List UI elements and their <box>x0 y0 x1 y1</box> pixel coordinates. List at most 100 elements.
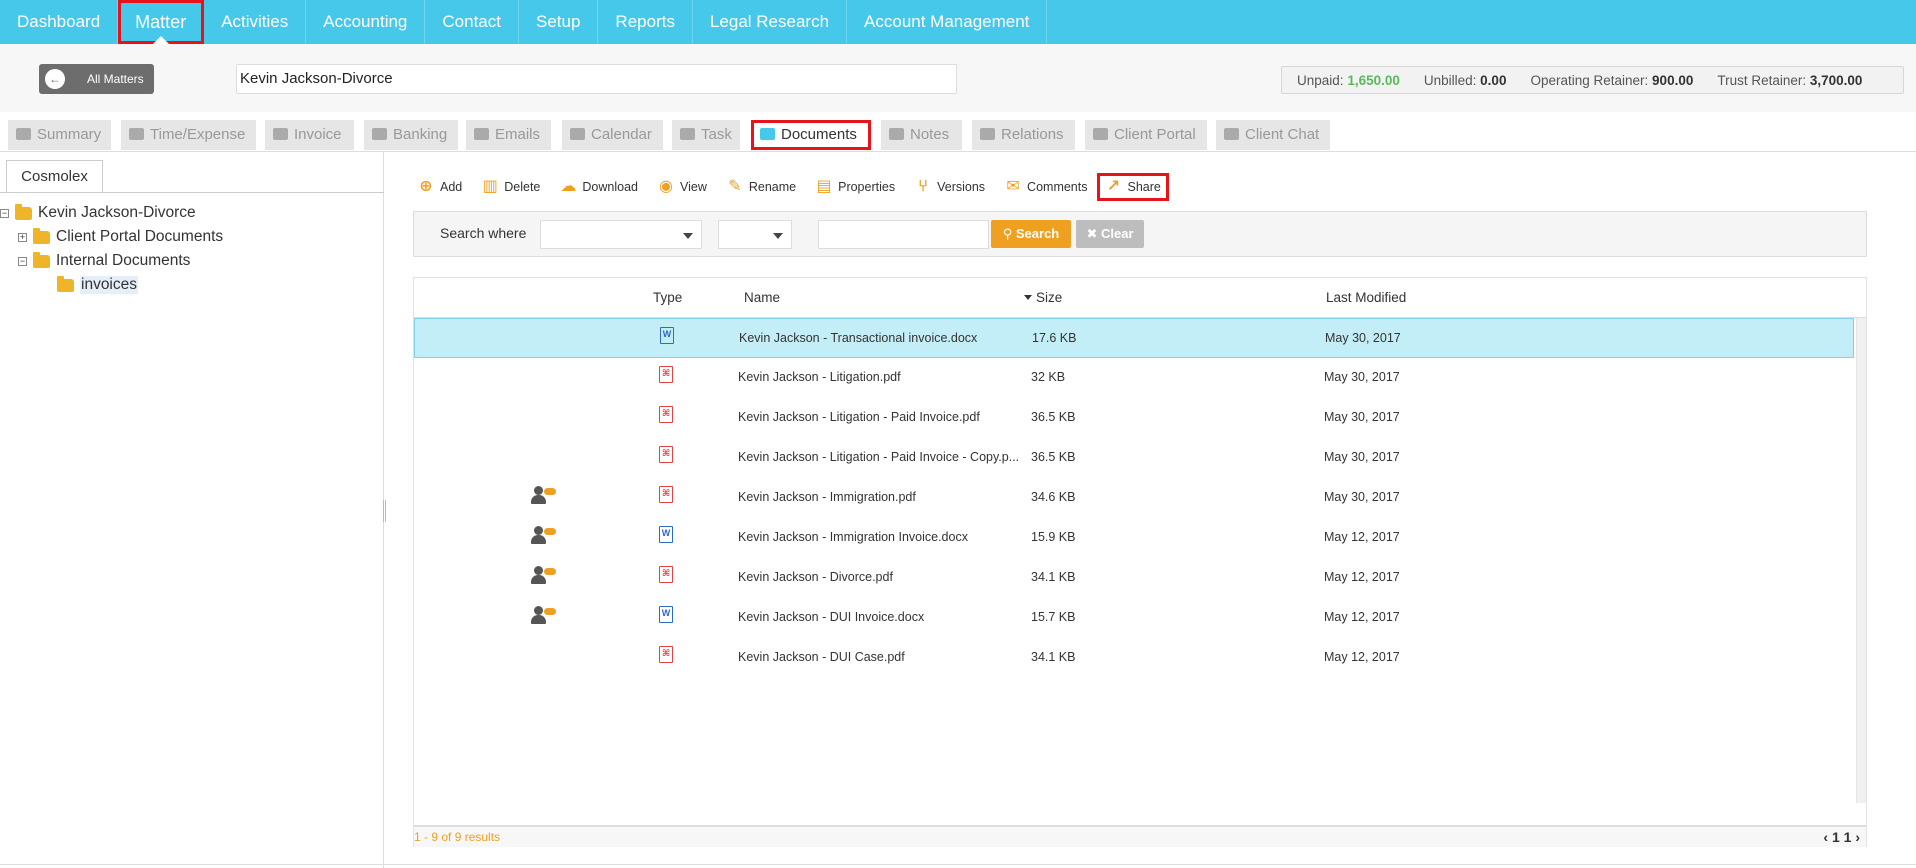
tree-tab-cosmolex[interactable]: Cosmolex <box>6 160 103 192</box>
collapse-icon[interactable]: − <box>0 208 9 218</box>
matter-name-field[interactable]: Kevin Jackson-Divorce <box>236 64 957 94</box>
folder-icon <box>760 128 775 140</box>
grid-scrollbar[interactable] <box>1856 318 1866 803</box>
pane-splitter-handle[interactable] <box>383 500 386 522</box>
all-matters-label: All Matters <box>87 72 144 86</box>
tree-node-invoices[interactable]: invoices <box>57 275 138 295</box>
client-portal-shared-icon <box>530 526 556 546</box>
clear-button[interactable]: ✖ Clear <box>1076 220 1144 248</box>
tab-task[interactable]: Task <box>672 120 740 150</box>
comments-button[interactable]: ✉ Comments <box>1005 179 1087 195</box>
collapse-icon[interactable]: − <box>18 256 27 266</box>
tab-notes[interactable]: Notes <box>881 120 962 150</box>
download-button[interactable]: ☁ Download <box>560 179 638 195</box>
nav-dashboard[interactable]: Dashboard <box>0 0 119 44</box>
file-size: 36.5 KB <box>1031 410 1076 424</box>
close-icon: ✖ <box>1086 226 1098 241</box>
nav-setup[interactable]: Setup <box>519 0 599 44</box>
prev-page-button[interactable]: ‹ <box>1823 829 1828 845</box>
file-size: 15.9 KB <box>1031 530 1076 544</box>
table-row[interactable]: ⌘ Kevin Jackson - DUI Case.pdf 34.1 KB May … <box>414 638 1854 678</box>
tab-client-chat[interactable]: Client Chat <box>1216 120 1330 150</box>
file-modified: May 12, 2017 <box>1324 610 1400 624</box>
tab-relations[interactable]: Relations <box>972 120 1075 150</box>
file-modified: May 12, 2017 <box>1324 650 1400 664</box>
file-size: 17.6 KB <box>1032 331 1077 345</box>
tab-time-expense[interactable]: Time/Expense <box>121 120 256 150</box>
nav-accounting[interactable]: Accounting <box>306 0 426 44</box>
pdf-file-icon: ⌘ <box>659 366 673 383</box>
expand-icon[interactable]: + <box>18 232 27 242</box>
tab-emails[interactable]: Emails <box>466 120 551 150</box>
column-last-modified[interactable]: Last Modified <box>1326 290 1406 305</box>
versions-button[interactable]: ⑂ Versions <box>915 179 985 195</box>
documents-grid: Type Name Size Last Modified W Kevin Jack… <box>413 277 1867 847</box>
folder-tree-pane: Cosmolex − Kevin Jackson-Divorce + Clien… <box>0 152 384 868</box>
rename-button[interactable]: ✎ Rename <box>727 179 796 195</box>
search-where-label: Search where <box>440 225 527 241</box>
trash-icon: ▥ <box>482 178 498 195</box>
search-button[interactable]: ⚲ Search <box>991 220 1071 248</box>
search-where-select[interactable] <box>540 220 702 249</box>
table-row[interactable]: ⌘ Kevin Jackson - Immigration.pdf 34.6 KB M… <box>414 478 1854 518</box>
table-row[interactable]: W Kevin Jackson - DUI Invoice.docx 15.7 KB… <box>414 598 1854 638</box>
plus-circle-icon: ⊕ <box>419 178 433 195</box>
share-button[interactable]: ↗ Share <box>1097 173 1169 201</box>
users-icon <box>980 128 995 140</box>
tree-node-client-portal[interactable]: + Client Portal Documents <box>18 227 223 247</box>
nav-activities[interactable]: Activities <box>204 0 307 44</box>
tree-node-label: Kevin Jackson-Divorce <box>38 204 196 221</box>
delete-button[interactable]: ▥ Delete <box>482 178 541 195</box>
client-portal-shared-icon <box>530 566 556 586</box>
word-file-icon: W <box>659 606 673 623</box>
search-operator-select[interactable] <box>718 220 792 249</box>
file-modified: May 30, 2017 <box>1324 410 1400 424</box>
share-icon: ↗ <box>1106 178 1121 195</box>
tab-documents[interactable]: Documents <box>751 120 871 150</box>
table-row[interactable]: ⌘ Kevin Jackson - Litigation.pdf 32 KB May … <box>414 358 1854 398</box>
column-size[interactable]: Size <box>1024 290 1062 305</box>
table-row[interactable]: W Kevin Jackson - Transactional invoice.d… <box>414 318 1854 358</box>
tree-node-root[interactable]: − Kevin Jackson-Divorce <box>0 203 196 223</box>
nav-reports[interactable]: Reports <box>598 0 693 44</box>
file-modified: May 30, 2017 <box>1324 450 1400 464</box>
nav-account-management[interactable]: Account Management <box>847 0 1048 44</box>
envelope-icon <box>474 128 489 140</box>
nav-matter[interactable]: Matter <box>118 0 205 44</box>
tab-calendar[interactable]: Calendar <box>562 120 663 150</box>
nav-legal-research[interactable]: Legal Research <box>693 0 848 44</box>
tab-summary[interactable]: Summary <box>8 120 111 150</box>
properties-button[interactable]: ▤ Properties <box>816 179 896 195</box>
page-bottom-border <box>0 864 1916 865</box>
add-button[interactable]: ⊕ Add <box>418 179 462 195</box>
all-matters-button[interactable]: ← All Matters <box>39 64 154 94</box>
tree-node-internal[interactable]: − Internal Documents <box>18 251 190 271</box>
bank-icon <box>372 128 387 140</box>
file-modified: May 30, 2017 <box>1325 331 1401 345</box>
file-name: Kevin Jackson - Litigation.pdf <box>738 370 901 384</box>
current-page[interactable]: 1 <box>1832 829 1840 845</box>
tab-invoice[interactable]: Invoice <box>265 120 354 150</box>
branch-icon: ⑂ <box>918 178 928 195</box>
nav-contact[interactable]: Contact <box>425 0 519 44</box>
table-row[interactable]: ⌘ Kevin Jackson - Litigation - Paid Invoi… <box>414 438 1854 478</box>
file-name: Kevin Jackson - Transactional invoice.do… <box>739 331 978 345</box>
clock-icon <box>129 128 144 140</box>
tab-client-portal[interactable]: Client Portal <box>1085 120 1207 150</box>
file-size: 15.7 KB <box>1031 610 1076 624</box>
file-size: 34.1 KB <box>1031 570 1076 584</box>
next-page-button[interactable]: › <box>1855 829 1860 845</box>
search-input[interactable] <box>818 220 989 249</box>
table-row[interactable]: ⌘ Kevin Jackson - Litigation - Paid Invoi… <box>414 398 1854 438</box>
table-row[interactable]: W Kevin Jackson - Immigration Invoice.doc… <box>414 518 1854 558</box>
pager: ‹ 1 1 › <box>1823 829 1860 845</box>
file-size: 34.6 KB <box>1031 490 1076 504</box>
column-name[interactable]: Name <box>744 290 780 305</box>
folder-icon <box>33 227 50 244</box>
tab-banking[interactable]: Banking <box>364 120 458 150</box>
table-row[interactable]: ⌘ Kevin Jackson - Divorce.pdf 34.1 KB May 1… <box>414 558 1854 598</box>
unpaid-balance: Unpaid: 1,650.00 <box>1297 72 1400 88</box>
view-button[interactable]: ◉ View <box>658 179 707 195</box>
tree-node-label: Client Portal Documents <box>56 228 224 245</box>
column-type[interactable]: Type <box>653 290 682 305</box>
